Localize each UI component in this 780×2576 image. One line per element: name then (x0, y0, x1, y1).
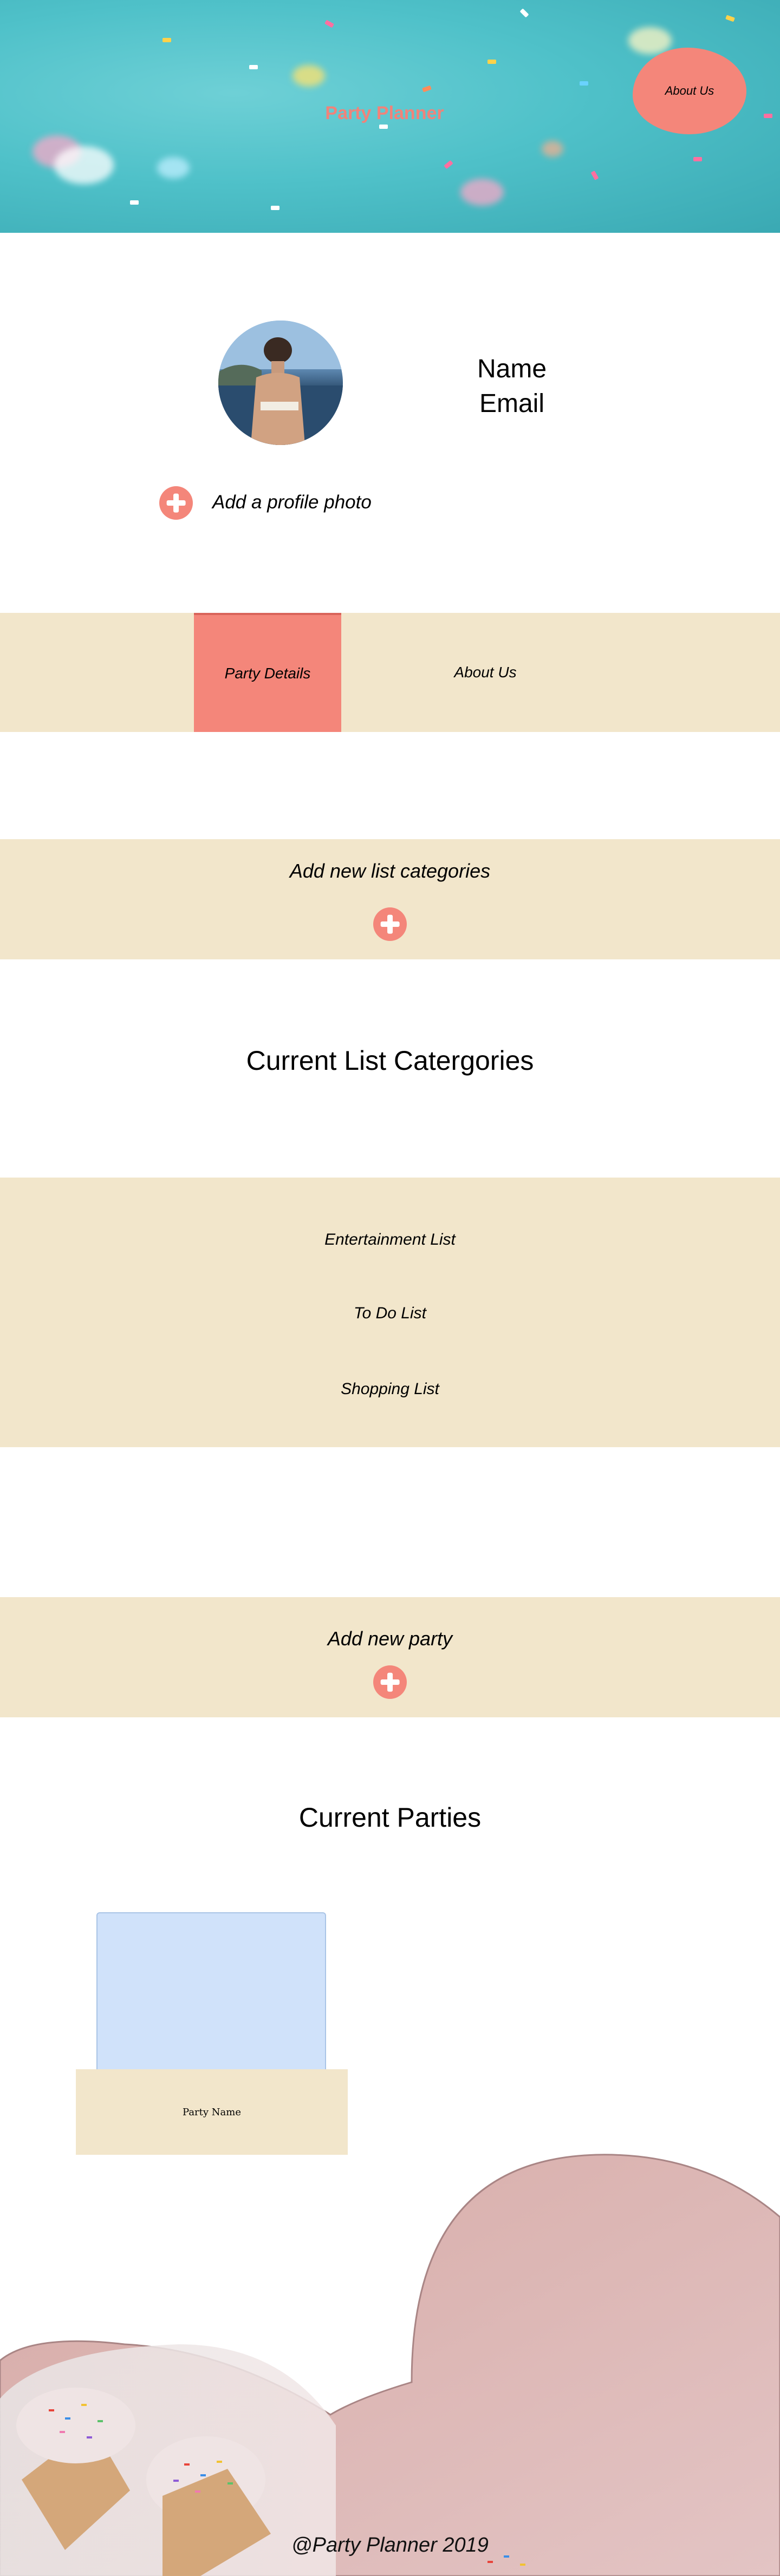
add-party-plus-icon[interactable] (373, 1665, 407, 1699)
confetti-piece (519, 8, 529, 18)
confetti-piece (422, 85, 432, 93)
confetti-piece (249, 65, 258, 69)
parties-heading: Current Parties (298, 1802, 482, 1833)
footer-copyright: @Party Planner 2019 (291, 2534, 489, 2557)
confetti-blur (628, 27, 672, 54)
confetti-blur (54, 146, 114, 184)
add-categories-label: Add new list categories (289, 860, 491, 882)
confetti-piece (725, 15, 735, 22)
categories-list: Entertainment List To Do List Shopping L… (0, 1178, 780, 1447)
party-card-image[interactable] (96, 1912, 326, 2080)
avatar-photo (218, 321, 343, 445)
confetti-piece (444, 160, 453, 169)
party-card-name[interactable]: Party Name (76, 2069, 348, 2155)
confetti-piece (324, 19, 334, 28)
confetti-piece (693, 157, 702, 161)
add-party-label: Add new party (327, 1627, 453, 1650)
confetti-piece (590, 171, 599, 180)
confetti-blur (460, 179, 504, 206)
list-item[interactable]: Shopping List (0, 1380, 780, 1398)
site-title: Party Planner (325, 103, 444, 123)
confetti-piece (379, 125, 388, 129)
confetti-piece (130, 200, 139, 205)
profile-email: Email (479, 389, 545, 418)
confetti-piece (764, 114, 772, 118)
main-nav: Party Details About Us (0, 613, 780, 732)
add-categories-band: Add new list categories (0, 839, 780, 959)
tab-party-details[interactable]: Party Details (194, 613, 341, 732)
confetti-blur (292, 65, 325, 87)
confetti-piece (271, 206, 280, 210)
confetti-piece (580, 81, 588, 86)
list-item[interactable]: Entertainment List (0, 1231, 780, 1249)
confetti-piece (162, 38, 171, 42)
about-us-button[interactable]: About Us (633, 48, 746, 134)
categories-heading: Current List Catergories (246, 1045, 534, 1076)
confetti-blur (157, 157, 190, 179)
profile-name: Name (477, 355, 547, 383)
profile-name-email: Name Email (422, 352, 601, 421)
add-photo-plus-icon[interactable] (159, 486, 193, 520)
add-party-band: Add new party (0, 1597, 780, 1717)
confetti-piece (487, 60, 496, 64)
confetti-blur (542, 141, 563, 157)
footer-cupcake-graphic (0, 2154, 780, 2576)
hero-banner: Party Planner About Us (0, 0, 780, 233)
add-category-plus-icon[interactable] (373, 907, 407, 941)
add-photo-label[interactable]: Add a profile photo (212, 492, 372, 513)
list-item[interactable]: To Do List (0, 1304, 780, 1323)
avatar[interactable] (218, 321, 343, 445)
tab-about-us[interactable]: About Us (412, 613, 559, 732)
